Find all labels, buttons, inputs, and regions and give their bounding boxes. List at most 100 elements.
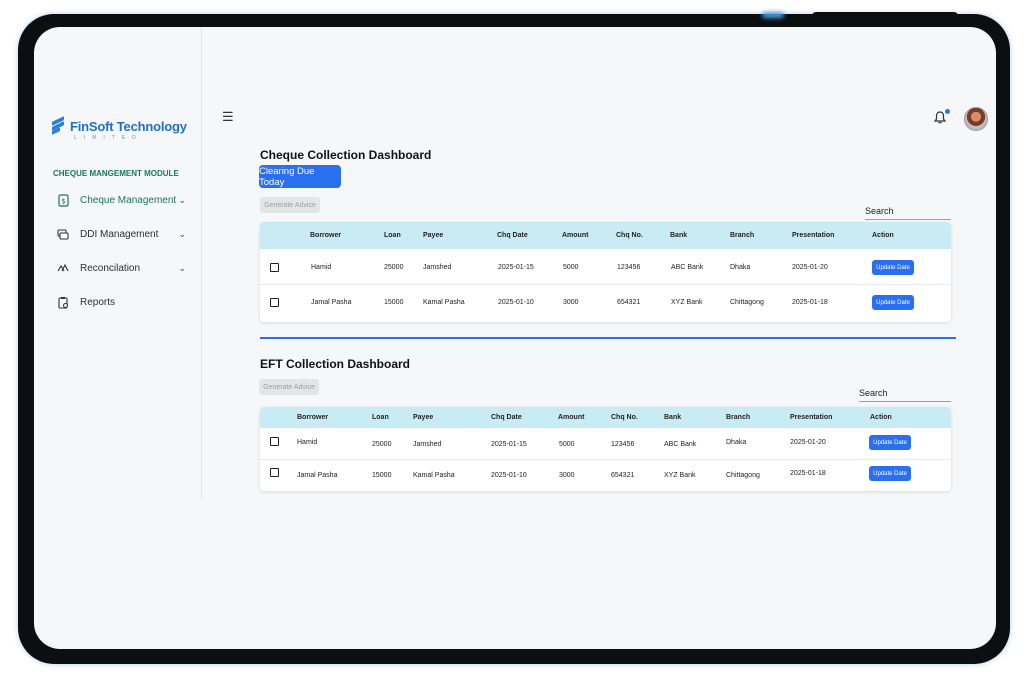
cell-loan: 25000 (372, 441, 392, 448)
row-divider (260, 284, 951, 285)
row-checkbox[interactable] (270, 263, 279, 272)
app-screen: FinSoft Technology LIMITED CHEQUE MANGEM… (34, 27, 996, 649)
cell-presentation: 2025-01-18 (790, 470, 826, 477)
search-input[interactable] (865, 219, 951, 220)
table-header: Borrower Loan Payee Chq Date Amount Chq … (260, 407, 951, 428)
sidebar-item-cheque-management[interactable]: $ Cheque Management ⌄ (56, 193, 186, 207)
device-glow (762, 12, 784, 18)
chevron-down-icon[interactable]: ⌄ (178, 195, 186, 206)
notification-badge (945, 109, 950, 114)
cell-chq-no: 123456 (611, 441, 635, 448)
row-checkbox[interactable] (270, 468, 279, 477)
update-date-button[interactable]: Update Date (869, 466, 911, 481)
section-divider (260, 337, 956, 339)
cell-amount: 3000 (559, 472, 575, 479)
generate-advice-button[interactable]: Generate Advice (259, 379, 319, 395)
eft-dashboard-title: EFT Collection Dashboard (260, 357, 411, 371)
cell-borrower: Jamal Pasha (311, 299, 352, 306)
cell-chq-date: 2025-01-15 (498, 264, 534, 271)
sidebar-item-reconcilation[interactable]: Reconcilation ⌄ (56, 261, 186, 275)
cell-presentation: 2025-01-18 (792, 299, 828, 306)
cell-loan: 15000 (384, 299, 404, 306)
column-header[interactable]: Borrower (297, 414, 328, 421)
hamburger-icon[interactable]: ☰ (222, 109, 234, 125)
cheque-dashboard-title: Cheque Collection Dashboard (260, 148, 432, 162)
cell-branch: Chittagong (726, 472, 760, 479)
cell-chq-no: 654321 (611, 472, 635, 479)
column-header[interactable]: Presentation (792, 232, 834, 239)
row-checkbox[interactable] (270, 298, 279, 307)
cell-branch: Chittagong (730, 299, 764, 306)
cheque-doc-icon: $ (56, 193, 70, 207)
update-date-button[interactable]: Update Date (869, 435, 911, 450)
update-date-button[interactable]: Update Date (872, 260, 914, 275)
cell-bank: XYZ Bank (671, 299, 703, 306)
column-header[interactable]: Action (870, 414, 892, 421)
column-header[interactable]: Payee (423, 232, 443, 239)
cell-chq-date: 2025-01-10 (491, 472, 527, 479)
cell-payee: Kamal Pasha (423, 299, 465, 306)
brand-name: FinSoft Technology (70, 118, 187, 134)
cell-amount: 3000 (563, 299, 579, 306)
column-header[interactable]: Presentation (790, 414, 832, 421)
cell-bank: ABC Bank (664, 441, 697, 448)
column-header[interactable]: Chq No. (616, 232, 643, 239)
finsoft-logo-icon (52, 116, 66, 135)
search-input[interactable] (859, 401, 951, 402)
sidebar-item-ddi-management[interactable]: DDI Management ⌄ (56, 227, 186, 241)
update-date-button[interactable]: Update Date (872, 295, 914, 310)
generate-advice-button[interactable]: Generate Advice (260, 197, 320, 213)
cell-branch: Dhaka (730, 264, 751, 271)
chevron-down-icon[interactable]: ⌄ (178, 263, 186, 274)
svg-text:$: $ (61, 197, 65, 205)
cell-branch: Dhaka (726, 439, 747, 446)
user-avatar[interactable] (964, 107, 988, 131)
sidebar-item-label: Cheque Management (80, 194, 177, 206)
column-header[interactable]: Bank (670, 232, 687, 239)
cell-loan: 15000 (372, 472, 392, 479)
bell-icon[interactable] (933, 111, 947, 127)
cell-payee: Jamshed (413, 441, 442, 448)
column-header[interactable]: Amount (562, 232, 588, 239)
cell-amount: 5000 (563, 264, 579, 271)
column-header[interactable]: Amount (558, 414, 584, 421)
column-header[interactable]: Chq Date (491, 414, 522, 421)
cell-chq-no: 123456 (617, 264, 641, 271)
column-header[interactable]: Branch (730, 232, 754, 239)
column-header[interactable]: Chq No. (611, 414, 638, 421)
row-divider (260, 459, 951, 460)
column-header[interactable]: Payee (413, 414, 433, 421)
cell-bank: ABC Bank (671, 264, 704, 271)
device-top-edge (812, 12, 958, 22)
brand-tagline: LIMITED (74, 135, 143, 141)
row-checkbox[interactable] (270, 437, 279, 446)
column-header[interactable]: Loan (384, 232, 401, 239)
cell-presentation: 2025-01-20 (792, 264, 828, 271)
sidebar-item-label: Reports (80, 296, 116, 308)
cell-borrower: Jamal Pasha (297, 472, 338, 479)
cell-borrower: Hamid (297, 439, 318, 446)
ddi-icon (56, 227, 70, 241)
cell-payee: Kamal Pasha (413, 472, 455, 479)
column-header[interactable]: Borrower (310, 232, 341, 239)
sidebar-item-label: DDI Management (80, 228, 159, 240)
reconcile-icon (56, 261, 70, 275)
column-header[interactable]: Chq Date (497, 232, 528, 239)
cell-bank: XYZ Bank (664, 472, 696, 479)
cell-loan: 25000 (384, 264, 404, 271)
cell-chq-date: 2025-01-10 (498, 299, 534, 306)
column-header[interactable]: Loan (372, 414, 389, 421)
column-header[interactable]: Action (872, 232, 894, 239)
column-header[interactable]: Branch (726, 414, 750, 421)
cell-chq-no: 654321 (617, 299, 641, 306)
brand-logo[interactable]: FinSoft Technology (52, 116, 187, 135)
sidebar: FinSoft Technology LIMITED CHEQUE MANGEM… (34, 27, 202, 499)
sidebar-item-reports[interactable]: Reports (56, 295, 186, 309)
column-header[interactable]: Bank (664, 414, 681, 421)
cell-amount: 5000 (559, 441, 575, 448)
reports-icon (56, 295, 70, 309)
cell-borrower: Hamid (311, 264, 332, 271)
clearing-due-today-button[interactable]: Clearing Due Today (259, 165, 341, 188)
chevron-down-icon[interactable]: ⌄ (178, 229, 186, 240)
sidebar-item-label: Reconcilation (80, 262, 141, 274)
